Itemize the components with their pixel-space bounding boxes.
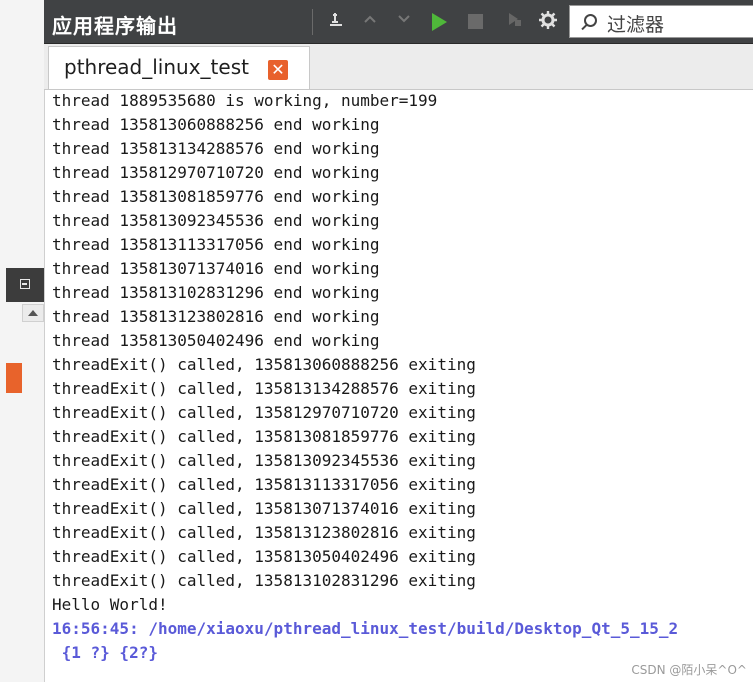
gear-icon[interactable]: [536, 10, 560, 34]
output-line: thread 135813060888256 end working: [52, 115, 380, 134]
watermark: CSDN @陌小呆^O^: [631, 663, 747, 677]
tab-label: pthread_linux_test: [64, 55, 249, 79]
toolbar-separator: [312, 9, 313, 35]
output-line: threadExit() called, 135812970710720 exi…: [52, 403, 476, 422]
scroll-up-button[interactable]: [22, 304, 44, 322]
pin-icon[interactable]: [324, 10, 348, 34]
output-line: threadExit() called, 135813123802816 exi…: [52, 523, 476, 542]
output-line: thread 135813050402496 end working: [52, 331, 380, 350]
output-line: Hello World!: [52, 595, 168, 614]
output-line: threadExit() called, 135813081859776 exi…: [52, 427, 476, 446]
output-line: threadExit() called, 135813060888256 exi…: [52, 355, 476, 374]
tab-pthread-linux-test[interactable]: pthread_linux_test ✕: [48, 46, 310, 89]
output-line: threadExit() called, 135813071374016 exi…: [52, 499, 476, 518]
collapse-panel-button[interactable]: [6, 268, 44, 302]
arrow-down-icon[interactable]: [392, 10, 416, 34]
filter-input[interactable]: 过滤器: [569, 5, 753, 38]
filter-placeholder: 过滤器: [607, 14, 665, 36]
output-text-area[interactable]: thread 1889535680 is working, number=199…: [52, 89, 752, 682]
output-line: threadExit() called, 135813050402496 exi…: [52, 547, 476, 566]
output-line: threadExit() called, 135813092345536 exi…: [52, 451, 476, 470]
status-line: 16:56:45: /home/xiaoxu/pthread_linux_tes…: [52, 619, 679, 638]
close-icon[interactable]: ✕: [268, 60, 288, 80]
output-line: thread 135813102831296 end working: [52, 283, 380, 302]
arrow-up-icon[interactable]: [358, 10, 382, 34]
output-line: thread 135813113317056 end working: [52, 235, 380, 254]
gutter-marker: [6, 363, 22, 393]
output-line: thread 135813092345536 end working: [52, 211, 380, 230]
stop-icon[interactable]: [468, 14, 483, 29]
output-line: threadExit() called, 135813102831296 exi…: [52, 571, 476, 590]
output-line: thread 135813081859776 end working: [52, 187, 380, 206]
output-line: thread 1889535680 is working, number=199: [52, 91, 438, 110]
output-line: threadExit() called, 135813134288576 exi…: [52, 379, 476, 398]
panel-title: 应用程序输出: [52, 14, 178, 38]
output-line: thread 135812970710720 end working: [52, 163, 380, 182]
tab-bar: pthread_linux_test ✕: [44, 44, 753, 90]
run-icon[interactable]: [432, 13, 447, 31]
output-line: threadExit() called, 135813113317056 exi…: [52, 475, 476, 494]
output-line: thread 135813123802816 end working: [52, 307, 380, 326]
search-icon: [584, 14, 597, 27]
output-line: thread 135813134288576 end working: [52, 139, 380, 158]
output-line: thread 135813071374016 end working: [52, 259, 380, 278]
left-gutter: [0, 0, 45, 682]
minimize-icon: [20, 279, 30, 289]
output-panel-header: 应用程序输出 过滤器: [44, 0, 753, 44]
debug-run-icon[interactable]: [502, 10, 526, 34]
